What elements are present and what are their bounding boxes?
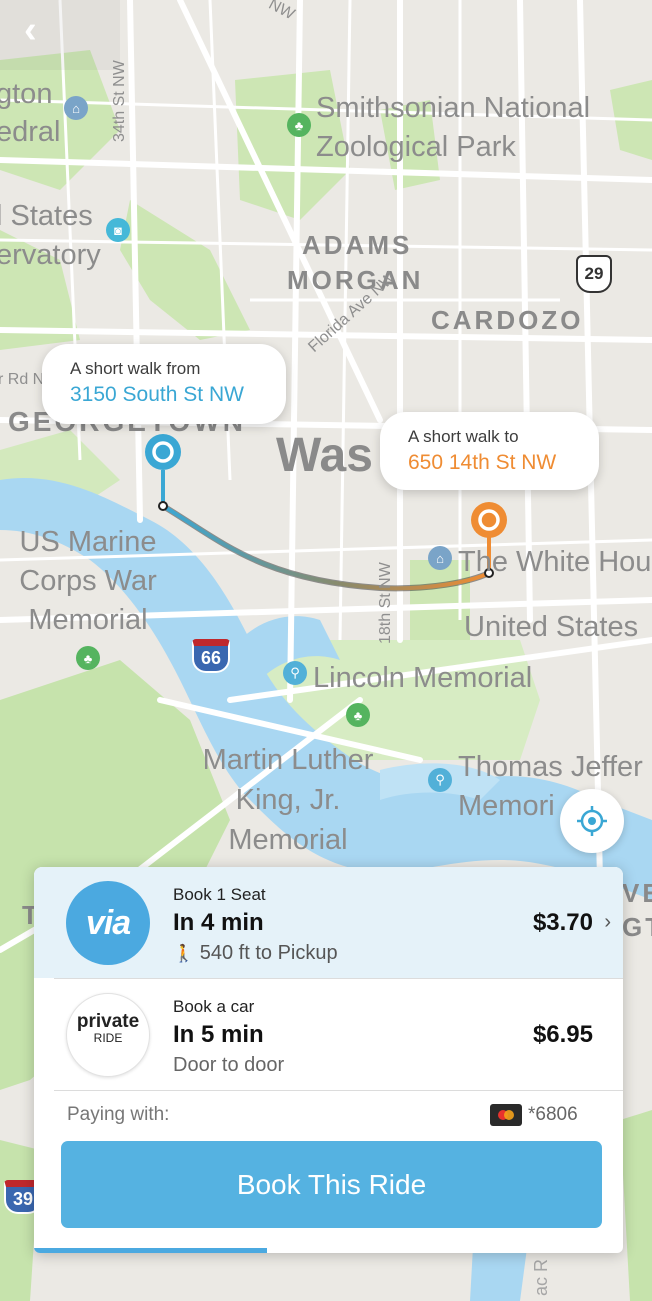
- option-eta: In 5 min: [173, 1021, 264, 1049]
- mastercard-icon: [490, 1104, 522, 1126]
- park-icon: ♣: [76, 646, 100, 670]
- map-label: gton: [0, 78, 53, 110]
- map-label: US Marine: [19, 526, 157, 558]
- progress-bar: [34, 1248, 267, 1253]
- dropoff-address: 650 14th St NW: [408, 450, 557, 474]
- monument-icon: ⚲: [428, 768, 452, 792]
- street-label: 34th St NW: [111, 60, 128, 142]
- ride-option-via[interactable]: via Book 1 Seat In 4 min 🚶 540 ft to Pic…: [34, 867, 623, 978]
- private-ride-logo: private RIDE: [66, 993, 150, 1077]
- walking-person-icon: 🚶: [173, 943, 195, 963]
- us29-shield-icon: 29: [576, 255, 612, 293]
- map-label: GT: [622, 912, 652, 942]
- neighborhood-label: MORGAN: [287, 265, 424, 295]
- option-price: $6.95: [532, 1021, 593, 1048]
- map-label: Memori: [458, 790, 555, 822]
- map-label: Memorial: [28, 604, 148, 636]
- payment-label: Paying with:: [67, 1104, 170, 1125]
- ride-options-sheet: via Book 1 Seat In 4 min 🚶 540 ft to Pic…: [34, 867, 623, 1253]
- map-label: Smithsonian National: [316, 92, 591, 124]
- neighborhood-label: CARDOZO: [431, 305, 584, 335]
- book-ride-button[interactable]: Book This Ride: [61, 1141, 602, 1228]
- option-subtitle: Door to door: [173, 1053, 285, 1076]
- option-price: $3.70: [532, 909, 593, 936]
- city-label: Was: [276, 429, 373, 482]
- map-label: l States: [0, 200, 93, 232]
- map-label: King, Jr.: [235, 784, 341, 816]
- via-logo: via: [66, 881, 150, 965]
- option-title: Book 1 Seat: [173, 885, 266, 904]
- museum-icon: ⌂: [64, 96, 88, 120]
- option-title: Book a car: [173, 997, 255, 1016]
- map-label: Martin Luther: [202, 744, 374, 776]
- camera-icon: ◙: [106, 218, 130, 242]
- map-label: The White Hou: [458, 546, 652, 578]
- pickup-caption: A short walk from: [70, 359, 201, 378]
- map-label: Thomas Jeffer: [458, 751, 643, 783]
- map-label: Lincoln Memorial: [313, 662, 533, 694]
- option-eta: In 4 min: [173, 909, 264, 937]
- map-label: ervatory: [0, 239, 101, 271]
- map-label: United States: [464, 611, 639, 643]
- street-label: ac R: [531, 1258, 551, 1296]
- map-label: edral: [0, 116, 61, 148]
- map-label: Zoological Park: [316, 131, 516, 163]
- monument-icon: ⚲: [283, 661, 307, 685]
- museum-icon: ⌂: [428, 546, 452, 570]
- back-button[interactable]: ‹: [24, 10, 64, 50]
- chevron-left-icon: ‹: [24, 9, 37, 51]
- dropoff-caption: A short walk to: [408, 427, 519, 446]
- street-label: 18th St NW: [377, 562, 394, 644]
- park-icon: ♣: [346, 703, 370, 727]
- chevron-right-icon: ›: [604, 911, 611, 933]
- option-subtitle: 540 ft to Pickup: [199, 941, 338, 964]
- map-label: VE: [622, 878, 652, 908]
- map-label: Memorial: [228, 824, 348, 856]
- pickup-address: 3150 South St NW: [70, 382, 244, 406]
- payment-row[interactable]: Paying with: *6806: [34, 1091, 623, 1137]
- park-icon: ♣: [287, 113, 311, 137]
- recenter-button[interactable]: [560, 789, 624, 853]
- payment-card-number: *6806: [528, 1104, 578, 1125]
- i66-shield-icon: 66: [192, 639, 230, 673]
- ride-option-private[interactable]: private RIDE Book a car In 5 min Door to…: [34, 979, 623, 1090]
- crosshair-icon: [577, 806, 607, 836]
- map-label: Corps War: [19, 565, 157, 597]
- neighborhood-label: ADAMS: [302, 230, 413, 260]
- pickup-bubble[interactable]: A short walk from 3150 South St NW: [42, 344, 286, 424]
- street-label: r Rd N: [0, 371, 45, 388]
- dropoff-bubble[interactable]: A short walk to 650 14th St NW: [380, 412, 599, 490]
